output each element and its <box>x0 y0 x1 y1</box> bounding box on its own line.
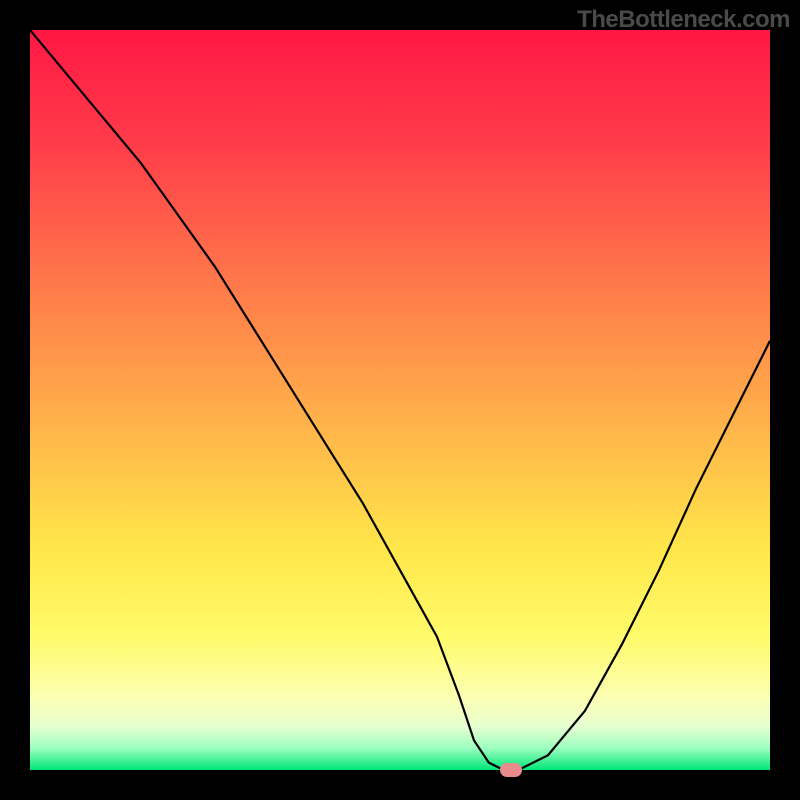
plot-area <box>30 30 770 770</box>
watermark-text: TheBottleneck.com <box>577 6 790 34</box>
bottleneck-curve <box>30 30 770 770</box>
optimal-marker <box>500 763 522 777</box>
chart-container: TheBottleneck.com <box>0 0 800 800</box>
